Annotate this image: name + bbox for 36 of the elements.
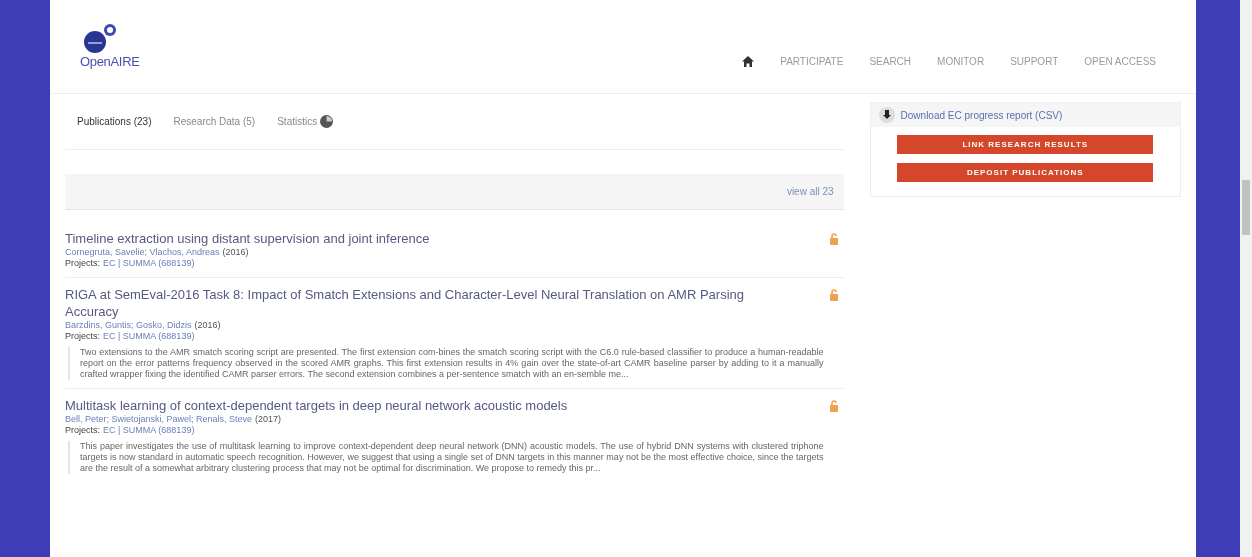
logo-text: OpenAIRE bbox=[80, 52, 140, 71]
action-button[interactable]: DEPOSIT PUBLICATIONS bbox=[897, 163, 1154, 182]
project-link[interactable]: EC | SUMMA (688139) bbox=[103, 331, 195, 342]
project-link[interactable]: EC | SUMMA (688139) bbox=[103, 425, 195, 436]
nav-link[interactable]: SEARCH bbox=[869, 54, 912, 69]
nav-link[interactable]: MONITOR bbox=[937, 54, 985, 69]
projects-label: Projects: bbox=[65, 425, 100, 436]
view-all-link[interactable]: view all 23 bbox=[786, 184, 834, 199]
authors-link[interactable]: Barzdins, Guntis; Gosko, Didzis bbox=[65, 320, 192, 331]
open-access-icon bbox=[829, 289, 838, 301]
year: (2016) bbox=[222, 247, 249, 258]
tab[interactable]: Publications (23) bbox=[77, 114, 152, 129]
nav-link[interactable]: SUPPORT bbox=[1010, 54, 1059, 69]
open-access-icon bbox=[829, 400, 838, 412]
year: (2016) bbox=[194, 320, 221, 331]
download-icon bbox=[878, 107, 895, 123]
tab[interactable]: Research Data (5) bbox=[173, 114, 256, 129]
nav-link[interactable]: OPEN ACCESS bbox=[1084, 54, 1156, 69]
publication-title[interactable]: Timeline extraction using distant supervision and joint inference bbox=[65, 230, 794, 247]
scrollbar[interactable] bbox=[1240, 0, 1252, 557]
publication-title[interactable]: Multitask learning of context-dependent targets in deep neural network acoustic models bbox=[65, 397, 794, 414]
action-button[interactable]: LINK RESEARCH RESULTS bbox=[897, 135, 1154, 154]
chart-icon bbox=[320, 115, 334, 128]
project-link[interactable]: EC | SUMMA (688139) bbox=[103, 258, 195, 269]
authors-link[interactable]: Cornegruta, Savelie; Vlachos, Andreas bbox=[65, 247, 220, 258]
authors-link[interactable]: Bell, Peter; Swietojanski, Pawel; Renals, Steve bbox=[65, 414, 253, 425]
publication-title[interactable]: RIGA at SemEval-2016 Task 8: Impact of Smatch Extensions and Character-Level Neural Translation on AMR Parsing Accuracy bbox=[65, 286, 794, 320]
year: (2017) bbox=[255, 414, 282, 425]
projects-label: Projects: bbox=[65, 258, 100, 269]
home-icon[interactable] bbox=[742, 56, 755, 67]
projects-label: Projects: bbox=[65, 331, 100, 342]
abstract: Two extensions to the AMR smatch scoring script are presented. The first extension com-bines the smatch scoring script with the C6.0 rule-based classifier to produce a human-readable report on the error patterns frequency observed in the scored AMR graphs. This first extension results in 4% gain over the state-of-art CAMR baseline parser by adding to it a manually crafted wrapper fixing the identified CAMR parser errors. The second extension combines a per-sentence smatch with an en-semble me... bbox=[68, 347, 824, 380]
open-access-icon bbox=[829, 233, 838, 245]
abstract: This paper investigates the use of multitask learning to improve context-dependent deep neural network (DNN) acoustic models. The use of hybrid DNN systems with clustered triphone targets is now standard in automatic speech recognition. However, we suggest that using a single set of DNN targets in this manner may not be the most effective choice, since the targets are the result of a somewhat arbitrary clustering process that may not be optimal for discrimination. We propose to remedy this pr... bbox=[68, 441, 824, 474]
nav-link[interactable]: PARTICIPATE bbox=[780, 54, 844, 69]
tab[interactable]: Statistics bbox=[277, 114, 334, 129]
